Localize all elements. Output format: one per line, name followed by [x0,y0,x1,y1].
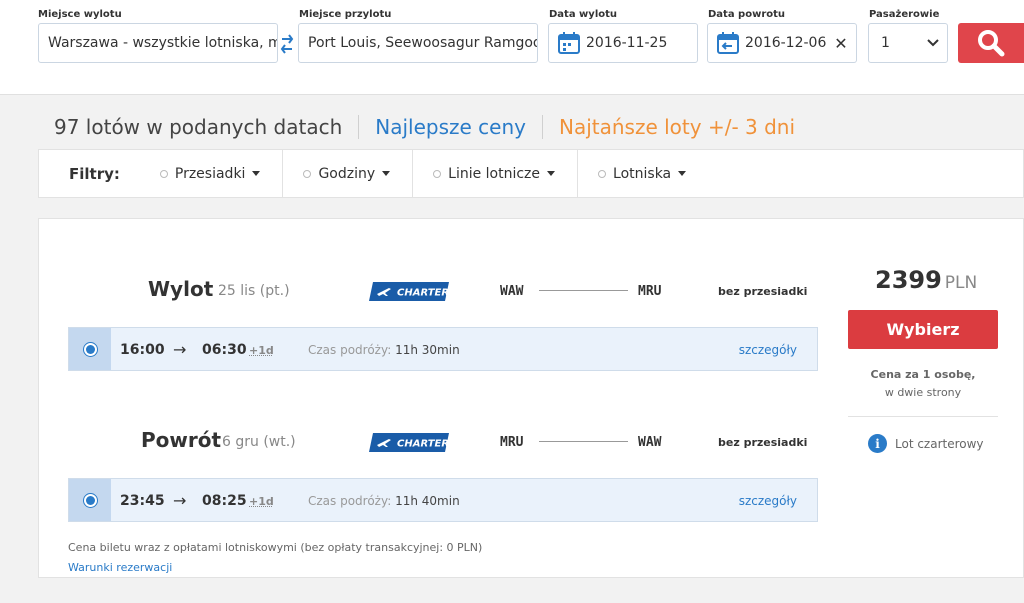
close-icon: ✕ [834,33,848,53]
duration-value: 11h 30min [395,343,460,357]
depart-label: Data wylotu [549,9,618,20]
charter-info[interactable]: i Lot czarterowy [868,434,984,453]
price-currency: PLN [944,273,978,293]
best-prices-link[interactable]: Najlepsze ceny [375,115,526,139]
divider [848,416,998,417]
inbound-to: WAW [638,435,662,450]
route-line [539,290,628,291]
radio-selected-icon [82,492,98,508]
filter-airports[interactable]: Lotniska [577,150,708,197]
filters-bar: Filtry: Przesiadki Godziny Linie lotnicz… [38,149,1024,198]
radio-selected-icon [82,341,98,357]
charter-info-text: Lot czarterowy [895,436,984,451]
to-input[interactable]: Port Louis, Seewoosagur Ramgoo [298,23,538,63]
filter-label: Linie lotnicze [448,165,541,182]
details-link[interactable]: szczegóły [739,494,797,508]
filter-airlines[interactable]: Linie lotnicze [412,150,577,197]
depart-value: 2016-11-25 [586,35,668,51]
search-icon [978,30,1005,57]
depart-time: 23:45 [120,493,165,509]
search-button[interactable] [958,23,1024,63]
charter-badge-text: CHARTER [397,288,449,299]
divider [542,115,543,139]
caret-down-icon [678,171,687,176]
cheapest-flexible-link[interactable]: Najtańsze loty +/- 3 dni [559,115,795,139]
outbound-radio[interactable] [69,328,111,370]
from-input[interactable]: Warszawa - wszystkie lotniska, ma [38,23,278,63]
caret-down-icon [547,171,556,176]
depart-date-input[interactable]: 2016-11-25 [548,23,698,63]
filter-hours[interactable]: Godziny [282,150,412,197]
day-offset: +1d [249,495,274,508]
price: 2399 PLN [875,266,977,294]
outbound-segment-row[interactable]: 16:00 → 06:30 +1d Czas podróży: 11h 30mi… [68,327,818,371]
outbound-to: MRU [638,284,662,299]
inbound-date: 6 gru (wt.) [222,434,296,450]
filters-label: Filtry: [69,164,120,183]
filter-dot-icon [433,169,442,178]
inbound-stops: bez przesiadki [718,436,808,449]
duration-label: Czas podróży: [308,494,392,508]
calendar-return-icon [717,32,739,54]
price-amount: 2399 [875,266,942,294]
arrive-time: 08:25 [202,493,247,509]
arrow-right-icon: → [173,491,187,510]
pax-label: Pasażerowie [869,9,940,20]
price-both-ways: w dwie strony [884,386,962,399]
price-note: Cena biletu wraz z opłatami lotniskowymi… [68,541,483,554]
filter-dot-icon [303,169,312,178]
to-label: Miejsce przylotu [299,9,392,20]
filter-label: Lotniska [613,165,672,182]
info-icon: i [868,434,887,453]
filter-label: Godziny [318,165,376,182]
chevron-down-icon [927,39,939,47]
duration-value: 11h 40min [395,494,460,508]
to-value: Port Louis, Seewoosagur Ramgoo [308,35,537,51]
outbound-from: WAW [500,284,524,299]
results-header: 97 lotów w podanych datach Najlepsze cen… [54,115,795,139]
duration-label: Czas podróży: [308,343,392,357]
filter-dot-icon [598,169,607,178]
charter-badge: CHARTER [369,282,449,301]
arrow-right-icon: → [173,340,187,359]
from-value: Warszawa - wszystkie lotniska, ma [48,35,277,51]
arrive-time: 06:30 [202,342,247,358]
terms-link[interactable]: Warunki rezerwacji [68,561,172,574]
filter-label: Przesiadki [174,165,246,182]
route-line [539,441,628,442]
caret-down-icon [382,171,391,176]
calendar-icon [558,32,580,54]
from-label: Miejsce wylotu [38,9,122,20]
divider [358,115,360,139]
inbound-radio[interactable] [69,479,111,521]
passengers-select[interactable]: 1 [868,23,948,63]
day-offset: +1d [249,344,274,357]
outbound-stops: bez przesiadki [718,285,808,298]
filter-stops[interactable]: Przesiadki [140,150,283,197]
return-label: Data powrotu [708,9,786,20]
filter-dot-icon [159,169,168,178]
details-link[interactable]: szczegóły [739,343,797,357]
clear-return-button[interactable]: ✕ [826,23,857,63]
choose-button[interactable]: Wybierz [848,310,998,349]
inbound-title: Powrót [141,428,222,452]
duration: Czas podróży: 11h 30min [308,343,460,357]
inbound-from: MRU [500,435,524,450]
charter-badge: CHARTER [369,433,449,452]
return-date-input[interactable]: 2016-12-06 [707,23,827,63]
price-per-person: Cena za 1 osobę, [870,368,976,381]
charter-badge-text: CHARTER [397,439,449,450]
caret-down-icon [252,171,261,176]
swap-icon[interactable] [280,32,294,56]
depart-time: 16:00 [120,342,165,358]
return-value: 2016-12-06 [745,35,827,51]
pax-value: 1 [881,35,890,51]
search-bar: Miejsce wylotu Warszawa - wszystkie lotn… [0,0,1024,95]
outbound-date: 25 lis (pt.) [218,283,290,299]
results-count: 97 lotów w podanych datach [54,115,343,139]
duration: Czas podróży: 11h 40min [308,494,460,508]
outbound-title: Wylot [148,277,214,301]
inbound-segment-row[interactable]: 23:45 → 08:25 +1d Czas podróży: 11h 40mi… [68,478,818,522]
